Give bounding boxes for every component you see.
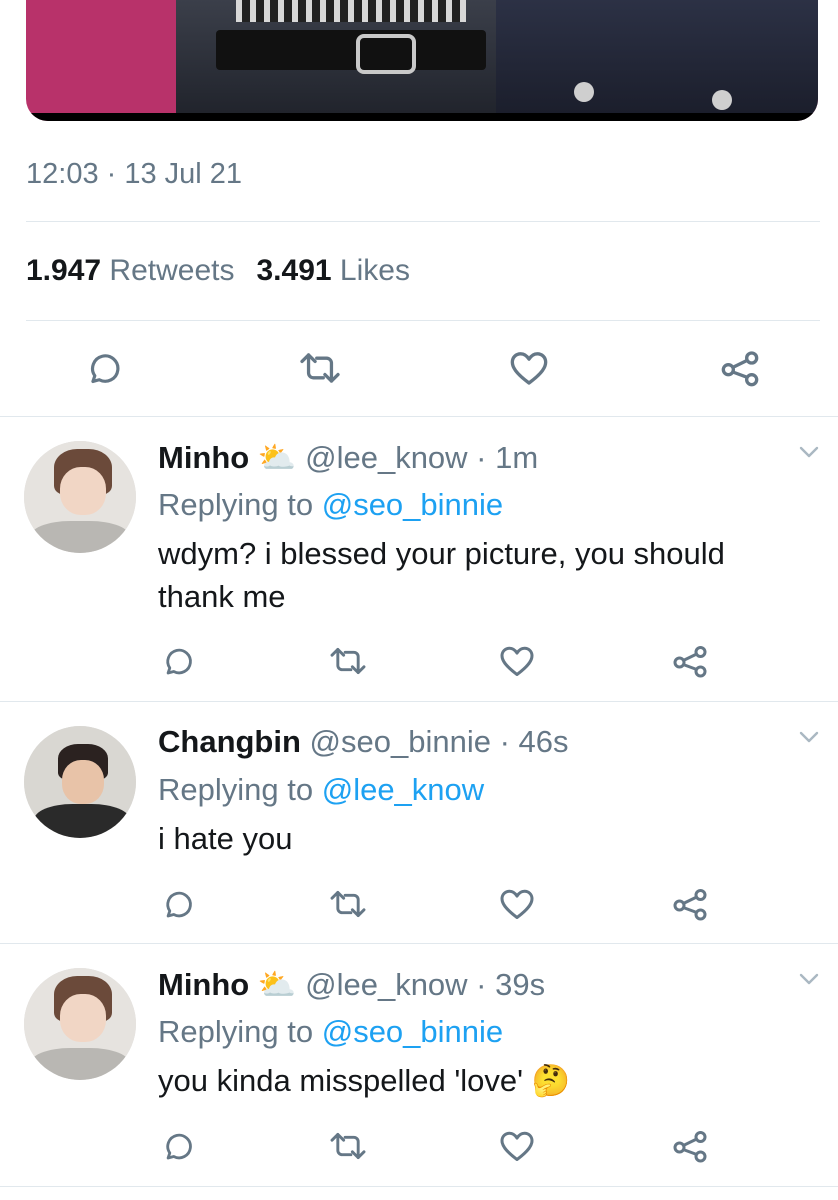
reply-icon [166,891,192,918]
tweet-timestamp[interactable]: 12:03 · 13 Jul 21 [26,158,242,191]
media-studs [236,0,466,22]
chevron-down-icon [799,446,819,458]
reply-time[interactable]: 39s [495,967,545,1002]
share-icon [721,351,759,387]
tweet-action-bar [0,348,838,388]
reply-icon [166,648,192,675]
tweet-menu-button[interactable] [798,445,820,464]
weather-emoji: ⛅ [257,967,297,1002]
display-name[interactable]: Minho [158,967,249,1002]
media-button-2 [712,90,732,110]
share-icon [673,889,707,921]
like-button[interactable] [498,887,536,921]
like-button[interactable] [498,644,536,678]
reply-tweet[interactable]: Minho ⛅ @lee_know · 1m Replying to @seo_… [0,417,838,701]
avatar[interactable] [24,726,136,838]
handle[interactable]: @lee_know [305,440,467,475]
reply-header: Changbin @seo_binnie · 46s [158,724,569,760]
reply-tweet[interactable]: Changbin @seo_binnie · 46s Replying to @… [0,702,838,943]
replying-to-label: Replying to [158,487,314,522]
replying-to-line: Replying to @seo_binnie [158,487,503,523]
reply-icon [166,1133,192,1160]
retweet-button[interactable] [328,644,368,678]
like-button[interactable] [498,1129,536,1163]
reply-text-line-2: thank me [158,579,286,614]
chevron-down-icon [799,973,819,985]
weather-emoji: ⛅ [257,440,297,475]
like-icon [500,889,534,919]
retweets-stat[interactable]: 1.947 Retweets [26,254,234,287]
avatar[interactable] [24,441,136,553]
reply-text-line-1: you kinda misspelled 'love' 🤔 [158,1059,570,1102]
separator-dot: · [490,724,519,759]
tweet-stats: 1.947 Retweets 3.491 Likes [26,254,410,288]
retweets-label: Retweets [109,254,235,287]
reply-tweet[interactable]: Minho ⛅ @lee_know · 39s Replying to @seo… [0,944,838,1184]
display-name[interactable]: Changbin [158,724,301,759]
reply-button[interactable] [160,1128,196,1164]
retweet-button[interactable] [328,1129,368,1163]
divider [26,221,820,222]
separator-dot: · [467,967,496,1002]
tweet-media-image[interactable] [26,0,818,121]
like-icon [500,646,534,676]
share-button[interactable] [671,644,709,678]
thinking-emoji: 🤔 [531,1063,571,1098]
retweet-icon [330,1132,366,1160]
reply-text-line-1: wdym? i blessed your picture, you should [158,536,725,571]
reply-header: Minho ⛅ @lee_know · 39s [158,966,545,1003]
retweet-icon [330,890,366,918]
divider [0,1186,838,1187]
retweet-icon [300,353,340,383]
separator-dot: · [467,440,496,475]
media-figure-right [496,0,818,121]
media-button-1 [574,82,594,102]
retweet-icon [330,647,366,675]
reply-icon [91,354,120,384]
like-icon [510,352,548,385]
retweet-button[interactable] [328,887,368,921]
divider [26,320,820,321]
reply-time[interactable]: 1m [495,440,538,475]
replying-to-line: Replying to @lee_know [158,772,484,808]
reply-time[interactable]: 46s [519,724,569,759]
share-button[interactable] [671,887,709,921]
replying-to-label: Replying to [158,772,314,807]
mention-link[interactable]: @seo_binnie [322,1014,503,1049]
handle[interactable]: @lee_know [305,967,467,1002]
chevron-down-icon [799,731,819,743]
mention-link[interactable]: @lee_know [322,772,484,807]
mention-link[interactable]: @seo_binnie [322,487,503,522]
share-icon [673,1131,707,1163]
display-name[interactable]: Minho [158,440,249,475]
likes-stat[interactable]: 3.491 Likes [256,254,409,287]
avatar[interactable] [24,968,136,1080]
reply-button[interactable] [160,886,196,922]
likes-label: Likes [339,254,410,287]
handle[interactable]: @seo_binnie [310,724,491,759]
retweet-button[interactable] [297,348,343,388]
like-button[interactable] [507,348,551,388]
likes-count: 3.491 [256,254,332,287]
replying-to-label: Replying to [158,1014,314,1049]
reply-button[interactable] [84,348,124,388]
share-button[interactable] [671,1129,709,1163]
like-icon [500,1131,534,1161]
reply-text-line-1: i hate you [158,821,293,856]
reply-button[interactable] [160,643,196,679]
reply-text: you kinda misspelled 'love' [158,1063,524,1098]
media-edge [26,113,818,121]
reply-header: Minho ⛅ @lee_know · 1m [158,439,538,476]
tweet-menu-button[interactable] [798,730,820,749]
tweet-menu-button[interactable] [798,972,820,991]
retweets-count: 1.947 [26,254,102,287]
media-belt [216,30,486,70]
replying-to-line: Replying to @seo_binnie [158,1014,503,1050]
share-icon [673,646,707,678]
media-buckle [356,34,416,74]
share-button[interactable] [718,348,762,388]
